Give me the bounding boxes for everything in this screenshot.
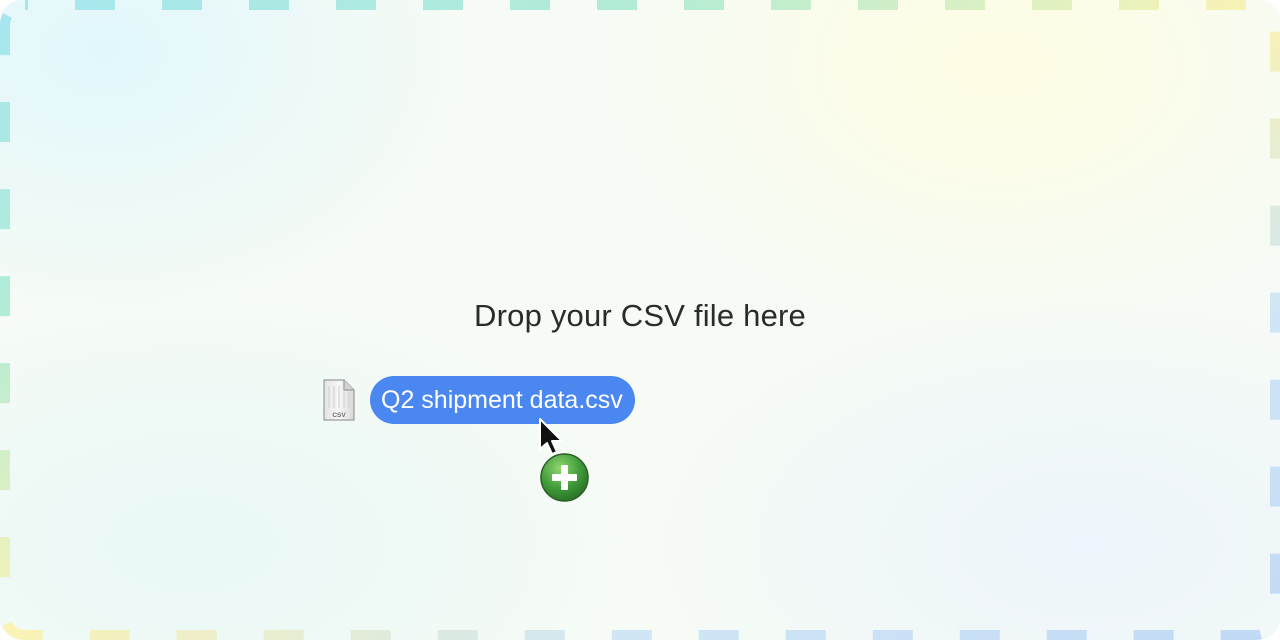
csv-drop-zone[interactable]: Drop your CSV file here CSV Q2 shipment … xyxy=(0,0,1280,640)
file-type-badge: CSV xyxy=(332,412,346,419)
dragged-file-name: Q2 shipment data.csv xyxy=(370,376,635,424)
add-copy-plus-icon xyxy=(540,453,589,502)
drop-zone-label: Drop your CSV file here xyxy=(474,298,806,333)
csv-file-icon: CSV xyxy=(323,379,355,421)
